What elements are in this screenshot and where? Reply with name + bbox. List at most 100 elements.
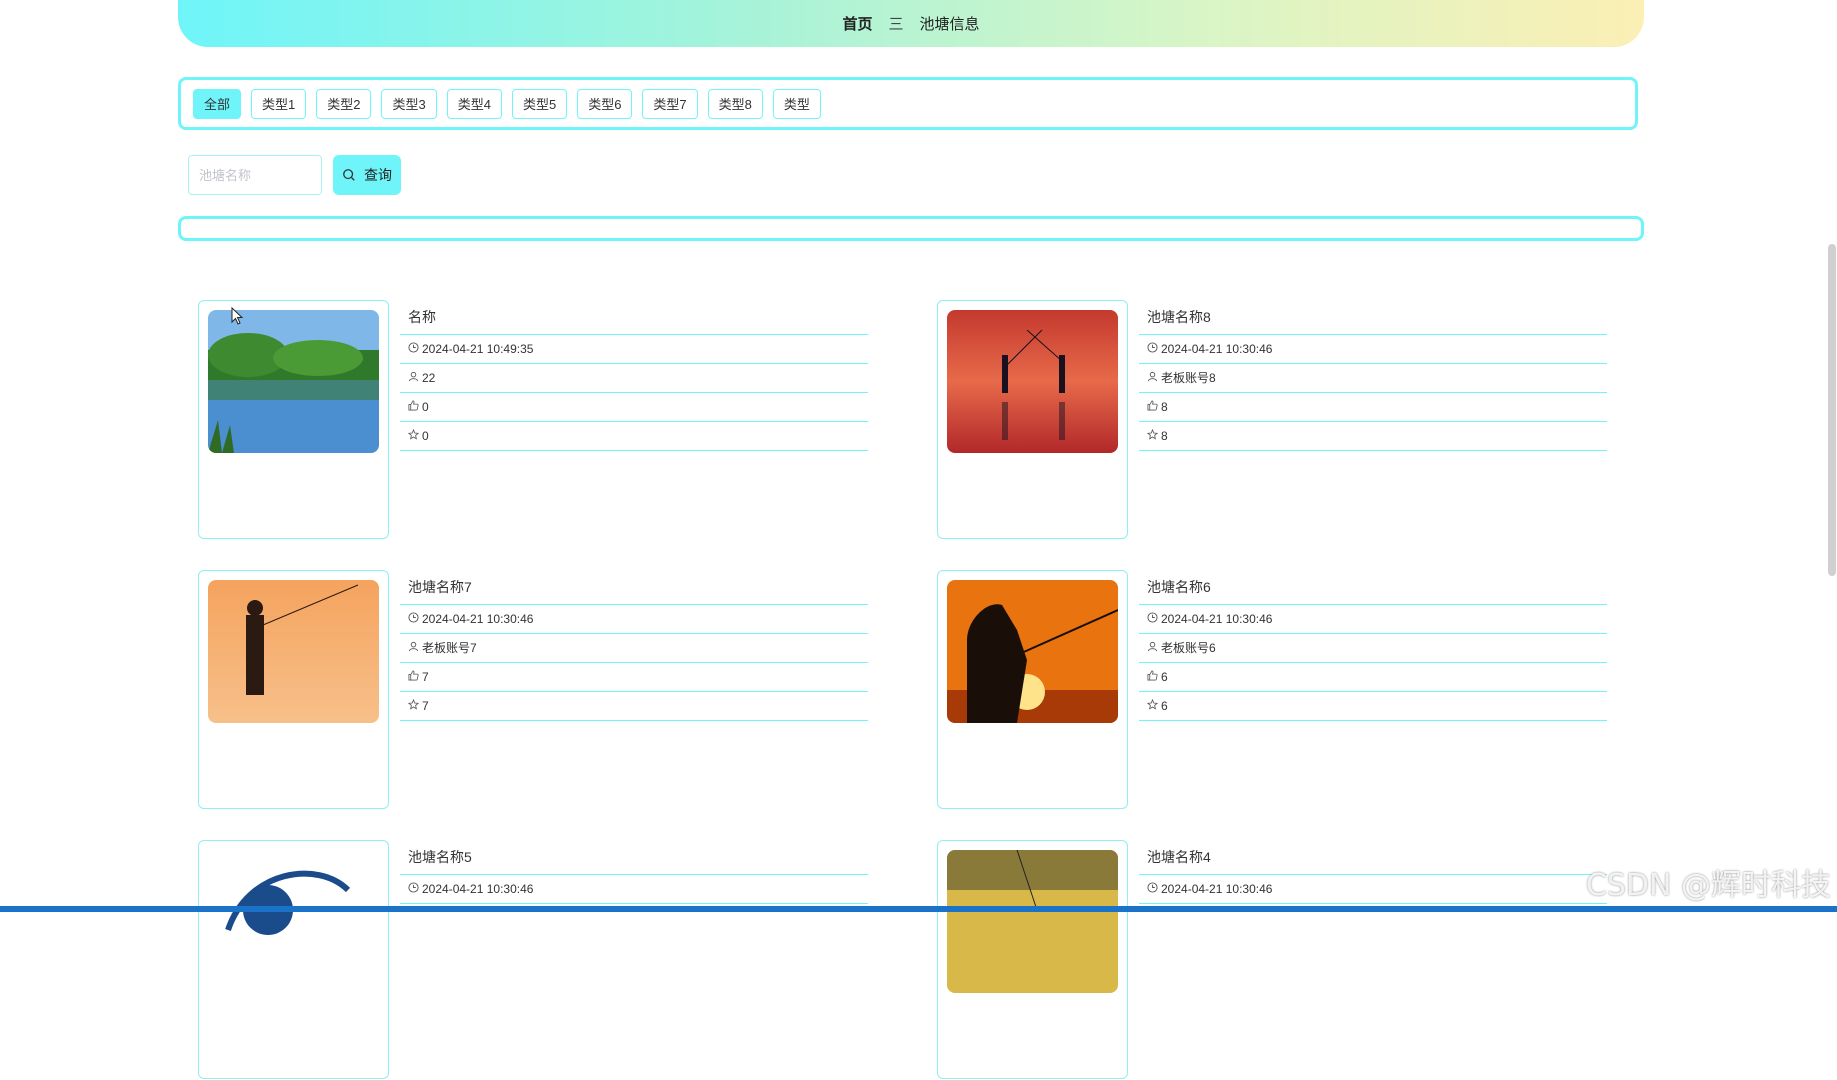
- card-time-row: 2024-04-21 10:30:46: [1139, 335, 1607, 364]
- card-user: 22: [422, 371, 436, 385]
- card-time-row: 2024-04-21 10:30:46: [400, 875, 868, 904]
- top-breadcrumb-bar: 首页 三 池塘信息: [178, 0, 1644, 47]
- card-title[interactable]: 池塘名称6: [1139, 570, 1607, 605]
- card-thumbnail-image[interactable]: [947, 580, 1118, 723]
- card-title[interactable]: 池塘名称5: [400, 840, 868, 875]
- filter-chip-type4[interactable]: 类型4: [446, 88, 502, 119]
- card-time: 2024-04-21 10:30:46: [1161, 882, 1273, 896]
- pond-name-search-input[interactable]: [188, 155, 322, 195]
- clock-icon: [1147, 335, 1158, 363]
- card-info: 池塘名称7 2024-04-21 10:30:46 老板账号7 7 7: [400, 570, 868, 721]
- card-time: 2024-04-21 10:30:46: [422, 882, 534, 896]
- filter-chip-type7[interactable]: 类型7: [642, 88, 698, 119]
- breadcrumb-home-link[interactable]: 首页: [842, 3, 872, 34]
- search-icon: [343, 169, 355, 181]
- filter-chip-type1[interactable]: 类型1: [251, 88, 307, 119]
- card-title[interactable]: 池塘名称8: [1139, 300, 1607, 335]
- breadcrumb-current: 池塘信息: [919, 16, 980, 33]
- card-likes: 7: [422, 670, 429, 684]
- thumbs-up-icon: [408, 393, 419, 421]
- empty-panel-bar: [178, 216, 1644, 241]
- filter-chip-all[interactable]: 全部: [193, 88, 242, 119]
- card-time-row: 2024-04-21 10:30:46: [1139, 605, 1607, 634]
- card-info: 池塘名称6 2024-04-21 10:30:46 老板账号6 6 6: [1139, 570, 1607, 721]
- card-favorites: 8: [1161, 429, 1168, 443]
- card-thumbnail-image[interactable]: [208, 850, 379, 993]
- search-button-label: 查询: [364, 167, 392, 183]
- user-icon: [408, 364, 419, 392]
- card-likes-row: 7: [400, 663, 868, 692]
- clock-icon: [408, 335, 419, 363]
- card-favorites: 0: [422, 429, 429, 443]
- card-info: 池塘名称8 2024-04-21 10:30:46 老板账号8 8 8: [1139, 300, 1607, 451]
- pond-card[interactable]: 池塘名称6 2024-04-21 10:30:46 老板账号6 6 6: [937, 570, 1697, 810]
- card-user: 老板账号6: [1161, 641, 1216, 655]
- star-icon: [407, 692, 420, 720]
- user-icon: [1147, 364, 1158, 392]
- card-favorites: 6: [1161, 699, 1168, 713]
- card-likes-row: 0: [400, 393, 868, 422]
- card-info: 池塘名称5 2024-04-21 10:30:46: [400, 840, 868, 904]
- card-favorites: 7: [422, 699, 429, 713]
- pond-card[interactable]: 池塘名称4 2024-04-21 10:30:46: [937, 840, 1697, 1080]
- card-title[interactable]: 池塘名称4: [1139, 840, 1607, 875]
- pond-card[interactable]: 池塘名称5 2024-04-21 10:30:46: [198, 840, 958, 1080]
- thumbs-up-icon: [1147, 663, 1158, 691]
- category-filter-bar: 全部 类型1 类型2 类型3 类型4 类型5 类型6 类型7 类型8 类型: [178, 77, 1638, 130]
- card-time-row: 2024-04-21 10:30:46: [400, 605, 868, 634]
- card-time: 2024-04-21 10:30:46: [1161, 612, 1273, 626]
- vertical-scrollbar[interactable]: [1828, 244, 1836, 576]
- filter-chip-type6[interactable]: 类型6: [577, 88, 633, 119]
- card-time: 2024-04-21 10:49:35: [422, 342, 534, 356]
- card-info: 名称 2024-04-21 10:49:35 22 0 0: [400, 300, 868, 451]
- star-icon: [1146, 692, 1159, 720]
- card-info: 池塘名称4 2024-04-21 10:30:46: [1139, 840, 1607, 904]
- card-user-row: 老板账号7: [400, 634, 868, 663]
- card-thumbnail-image[interactable]: [947, 310, 1118, 453]
- card-user: 老板账号7: [422, 641, 477, 655]
- card-title[interactable]: 池塘名称7: [400, 570, 868, 605]
- card-likes-row: 6: [1139, 663, 1607, 692]
- card-favorites-row: 7: [400, 692, 868, 721]
- card-likes-row: 8: [1139, 393, 1607, 422]
- card-favorites-row: 8: [1139, 422, 1607, 451]
- pond-card[interactable]: 名称 2024-04-21 10:49:35 22 0 0: [198, 300, 958, 540]
- card-title[interactable]: 名称: [400, 300, 868, 335]
- card-likes: 8: [1161, 400, 1168, 414]
- card-favorites-row: 0: [400, 422, 868, 451]
- clock-icon: [408, 605, 419, 633]
- card-time-row: 2024-04-21 10:49:35: [400, 335, 868, 364]
- card-time: 2024-04-21 10:30:46: [422, 612, 534, 626]
- star-icon: [1146, 422, 1159, 450]
- card-likes: 6: [1161, 670, 1168, 684]
- breadcrumb-separator-icon: 三: [888, 16, 904, 33]
- card-likes: 0: [422, 400, 429, 414]
- card-user-row: 老板账号6: [1139, 634, 1607, 663]
- filter-chip-type3[interactable]: 类型3: [381, 88, 437, 119]
- card-user-row: 22: [400, 364, 868, 393]
- search-button[interactable]: 查询: [333, 155, 401, 195]
- card-thumbnail-image[interactable]: [208, 310, 379, 453]
- filter-chip-type8[interactable]: 类型8: [707, 88, 763, 119]
- clock-icon: [408, 875, 419, 903]
- filter-chip-type5[interactable]: 类型5: [511, 88, 568, 119]
- card-user-row: 老板账号8: [1139, 364, 1607, 393]
- card-thumbnail-image[interactable]: [208, 580, 379, 723]
- pond-card[interactable]: 池塘名称7 2024-04-21 10:30:46 老板账号7 7 7: [198, 570, 958, 810]
- clock-icon: [1147, 605, 1158, 633]
- thumbs-up-icon: [1147, 393, 1158, 421]
- watermark-text: CSDN @辉时科技: [1585, 868, 1831, 903]
- pond-card[interactable]: 池塘名称8 2024-04-21 10:30:46 老板账号8 8 8: [937, 300, 1697, 540]
- card-time-row: 2024-04-21 10:30:46: [1139, 875, 1607, 904]
- page-loading-bar: [0, 906, 1837, 912]
- filter-chip-type[interactable]: 类型: [772, 88, 821, 119]
- card-favorites-row: 6: [1139, 692, 1607, 721]
- filter-chip-type2[interactable]: 类型2: [316, 88, 372, 119]
- star-icon: [407, 422, 420, 450]
- thumbs-up-icon: [408, 663, 419, 691]
- mouse-cursor-icon: [231, 307, 244, 325]
- user-icon: [408, 634, 419, 662]
- user-icon: [1147, 634, 1158, 662]
- card-time: 2024-04-21 10:30:46: [1161, 342, 1273, 356]
- card-thumbnail-image[interactable]: [947, 850, 1118, 993]
